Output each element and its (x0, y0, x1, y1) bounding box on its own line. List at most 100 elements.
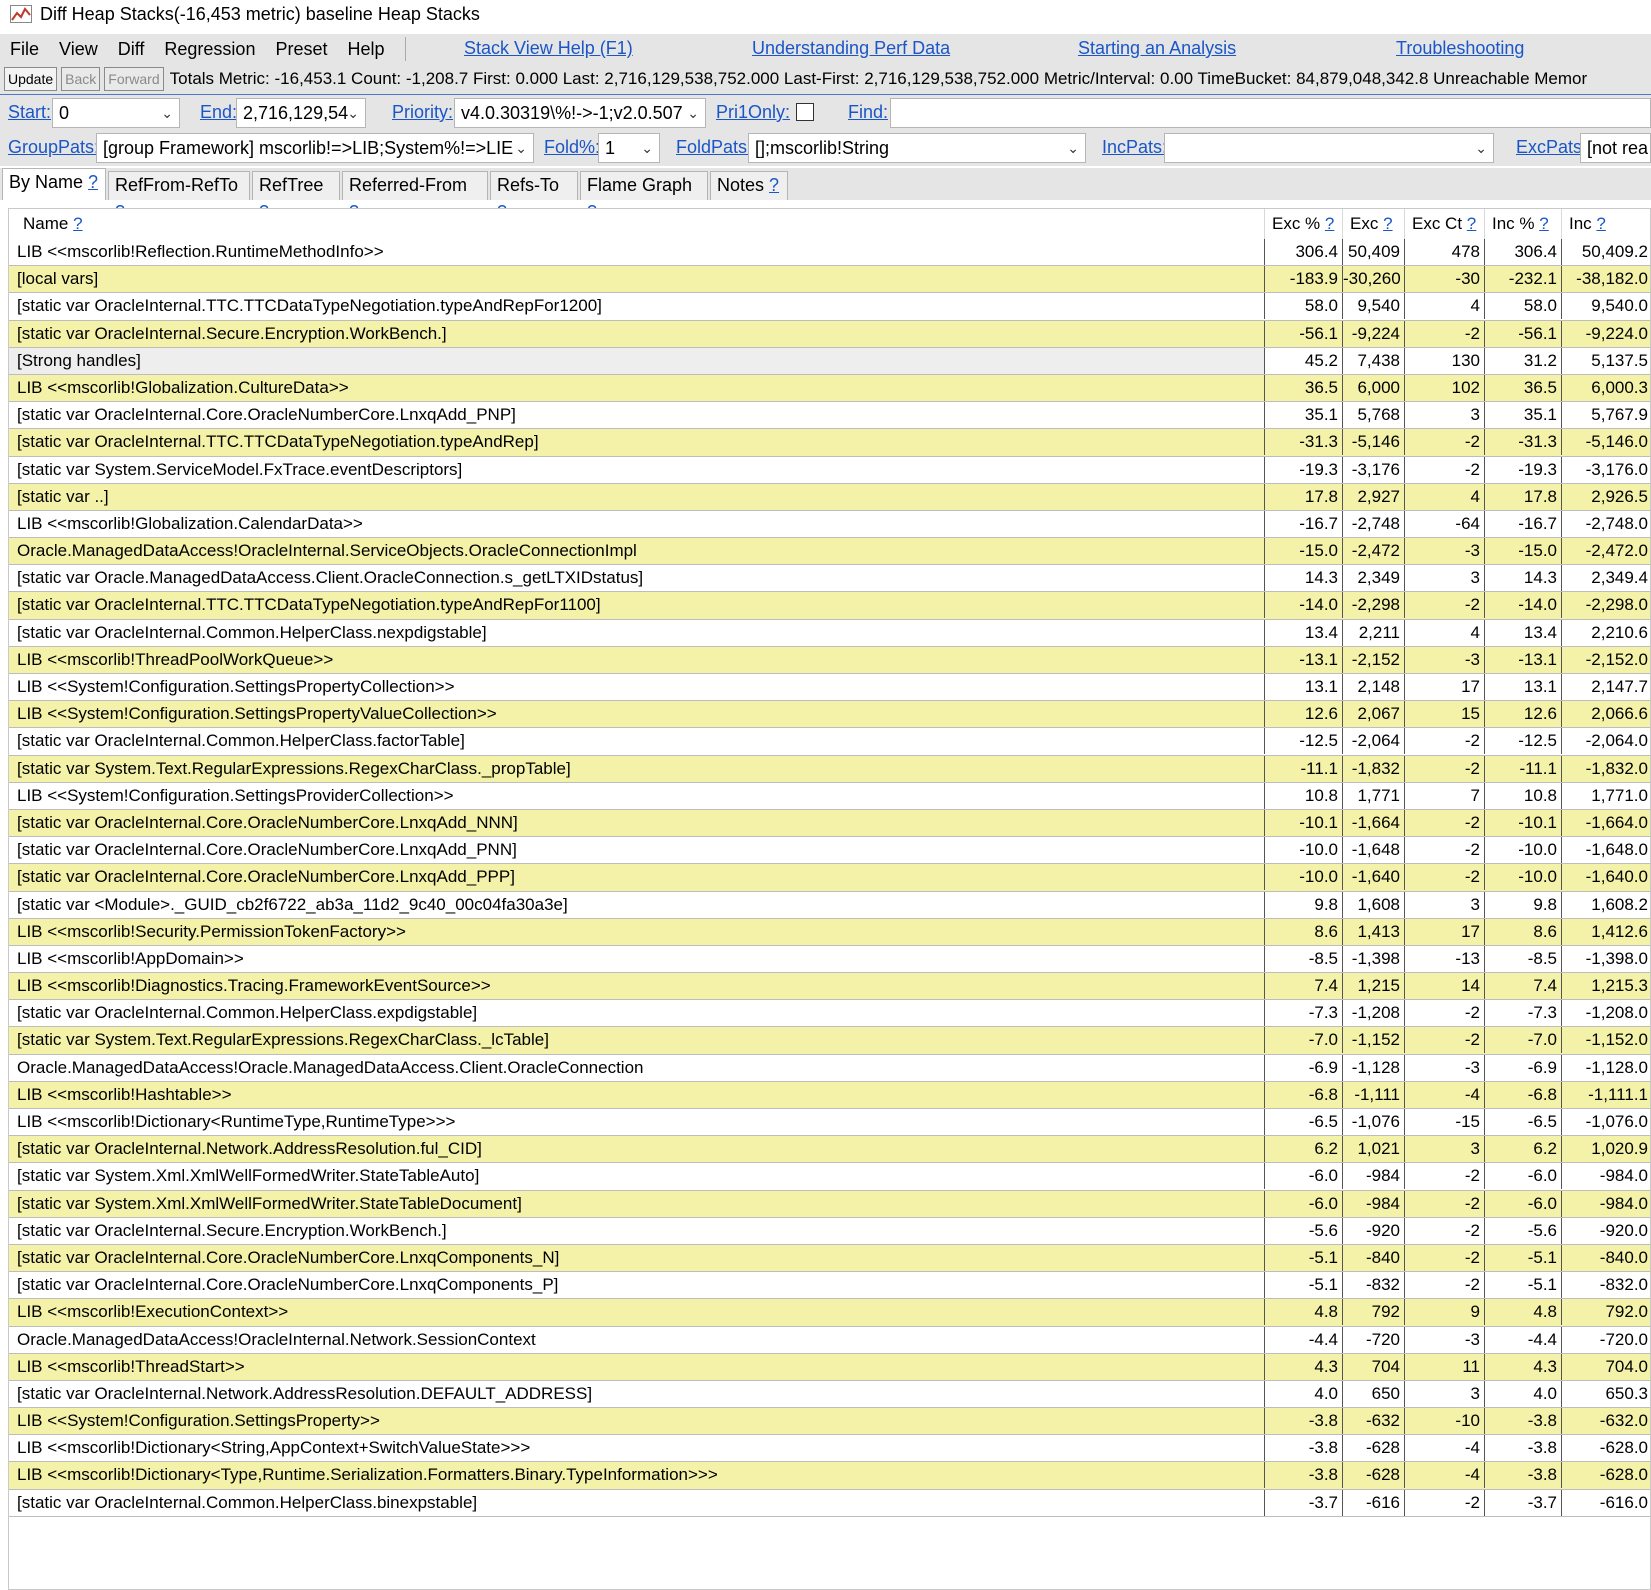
priority-combo[interactable]: v4.0.30319\%!->-1;v2.0.507 ⌄ (454, 98, 706, 128)
row-name[interactable]: [static var System.ServiceModel.FxTrace.… (9, 457, 1264, 483)
row-name[interactable]: [static var <Module>._GUID_cb2f6722_ab3a… (9, 892, 1264, 918)
excpats-label[interactable]: ExcPats: (1516, 137, 1587, 158)
chevron-down-icon[interactable]: ⌄ (641, 134, 653, 162)
row-name[interactable]: LIB <<mscorlib!Reflection.RuntimeMethodI… (9, 239, 1264, 265)
find-label[interactable]: Find: (848, 102, 888, 123)
excpats-combo[interactable]: [not rea (1580, 133, 1651, 163)
table-row[interactable]: LIB <<mscorlib!AppDomain>> -8.5 -1,398 -13-… (9, 945, 1650, 974)
fold-combo[interactable]: 1 ⌄ (598, 133, 660, 163)
forward-button[interactable]: Forward (104, 67, 164, 91)
row-name[interactable]: [static var OracleInternal.Network.Addre… (9, 1136, 1264, 1162)
row-name[interactable]: [static var OracleInternal.TTC.TTCDataTy… (9, 429, 1264, 455)
table-row[interactable]: LIB <<mscorlib!ThreadPoolWorkQueue>> -13.… (9, 646, 1650, 674)
row-name[interactable]: [static var System.Text.RegularExpressio… (9, 756, 1264, 782)
column-divider[interactable] (1264, 209, 1265, 239)
row-name[interactable]: Oracle.ManagedDataAccess!OracleInternal.… (9, 1327, 1264, 1353)
table-row[interactable]: [static var OracleInternal.Network.Addre… (9, 1380, 1650, 1409)
menu-help[interactable]: Help (337, 39, 394, 60)
row-name[interactable]: [static var OracleInternal.Common.Helper… (9, 1000, 1264, 1026)
chevron-down-icon[interactable]: ⌄ (1067, 134, 1079, 162)
row-name[interactable]: [static var Oracle.ManagedDataAccess.Cli… (9, 565, 1264, 591)
row-name[interactable]: LIB <<mscorlib!Security.PermissionTokenF… (9, 919, 1264, 945)
row-name[interactable]: [Strong handles] (9, 347, 1264, 374)
tab-help-link[interactable]: ? (769, 175, 779, 195)
table-row[interactable]: [static var System.ServiceModel.FxTrace.… (9, 456, 1650, 484)
row-name[interactable]: [static var System.Text.RegularExpressio… (9, 1027, 1264, 1053)
row-name[interactable]: LIB <<mscorlib!ThreadPoolWorkQueue>> (9, 647, 1264, 673)
row-name[interactable]: LIB <<mscorlib!Dictionary<String,AppCont… (9, 1435, 1264, 1461)
table-row[interactable]: LIB <<mscorlib!Reflection.RuntimeMethodI… (9, 239, 1650, 267)
row-name[interactable]: [static var System.Xml.XmlWellFormedWrit… (9, 1191, 1264, 1217)
column-divider[interactable] (1342, 209, 1343, 239)
table-row[interactable]: [Strong handles] 45.2 7,438 130 31.2 5,137.5 (9, 347, 1650, 375)
end-combo[interactable]: 2,716,129,54 ⌄ (236, 98, 366, 128)
table-row[interactable]: [static var ..] 17.8 2,927 4 17.8 2,926.5 (9, 483, 1650, 511)
column-divider[interactable] (1404, 209, 1405, 239)
row-name[interactable]: LIB <<mscorlib!Hashtable>> (9, 1082, 1264, 1108)
row-name[interactable]: LIB <<mscorlib!ExecutionContext>> (9, 1299, 1264, 1325)
chevron-down-icon[interactable]: ⌄ (515, 134, 527, 162)
row-name[interactable]: LIB <<mscorlib!ThreadStart>> (9, 1354, 1264, 1380)
row-name[interactable]: LIB <<mscorlib!Globalization.CultureData… (9, 375, 1264, 401)
table-row[interactable]: Oracle.ManagedDataAccess!Oracle.ManagedD… (9, 1054, 1650, 1082)
understanding-perf-data-link[interactable]: Understanding Perf Data (752, 38, 950, 59)
table-row[interactable]: LIB <<mscorlib!Dictionary<Type,Runtime.S… (9, 1462, 1650, 1490)
table-row[interactable]: [static var System.Text.RegularExpressio… (9, 755, 1650, 783)
column-help-link[interactable]: ? (1325, 214, 1334, 233)
table-row[interactable]: [local vars] -183.9 -30,260 -30 -232.1 -38,18… (9, 266, 1650, 294)
row-name[interactable]: LIB <<System!Configuration.SettingsPrope… (9, 674, 1264, 700)
tab-notes[interactable]: Notes ? (710, 171, 788, 200)
table-row[interactable]: [static var OracleInternal.Core.OracleNu… (9, 864, 1650, 892)
table-row[interactable]: [static var OracleInternal.Common.Helper… (9, 728, 1650, 756)
table-row[interactable]: LIB <<mscorlib!Globalization.CultureData… (9, 374, 1650, 403)
table-row[interactable]: [static var OracleInternal.TTC.TTCDataTy… (9, 293, 1650, 321)
row-name[interactable]: [static var System.Xml.XmlWellFormedWrit… (9, 1163, 1264, 1189)
table-row[interactable]: LIB <<mscorlib!ExecutionContext>> 4.8 792 9… (9, 1299, 1650, 1327)
row-name[interactable]: Oracle.ManagedDataAccess!OracleInternal.… (9, 538, 1264, 564)
table-row[interactable]: LIB <<mscorlib!Dictionary<RuntimeType,Ru… (9, 1109, 1650, 1137)
table-row[interactable]: LIB <<mscorlib!Security.PermissionTokenF… (9, 918, 1650, 946)
tab-refs-to[interactable]: Refs-To ? (490, 171, 578, 222)
table-row[interactable]: [static var OracleInternal.Common.Helper… (9, 1000, 1650, 1028)
start-combo[interactable]: 0 ⌄ (52, 98, 180, 128)
update-button[interactable]: Update (4, 67, 58, 91)
table-row[interactable]: [static var <Module>._GUID_cb2f6722_ab3a… (9, 891, 1650, 919)
table-row[interactable]: [static var OracleInternal.Core.OracleNu… (9, 1244, 1650, 1273)
row-name[interactable]: [static var OracleInternal.Secure.Encryp… (9, 321, 1264, 347)
table-row[interactable]: LIB <<mscorlib!Dictionary<String,AppCont… (9, 1435, 1650, 1463)
row-name[interactable]: [static var OracleInternal.Common.Helper… (9, 1490, 1264, 1516)
tab-by-name[interactable]: By Name ? (2, 168, 106, 200)
row-name[interactable]: [static var OracleInternal.TTC.TTCDataTy… (9, 592, 1264, 618)
table-row[interactable]: [static var OracleInternal.Core.OracleNu… (9, 1272, 1650, 1300)
row-name[interactable]: LIB <<mscorlib!Dictionary<Type,Runtime.S… (9, 1462, 1264, 1488)
table-row[interactable]: [static var System.Xml.XmlWellFormedWrit… (9, 1190, 1650, 1218)
table-row[interactable]: LIB <<System!Configuration.SettingsProvi… (9, 782, 1650, 810)
row-name[interactable]: LIB <<mscorlib!Globalization.CalendarDat… (9, 511, 1264, 537)
row-name[interactable]: [local vars] (9, 266, 1264, 292)
column-divider[interactable] (1484, 209, 1485, 239)
table-row[interactable]: LIB <<mscorlib!Hashtable>> -6.8 -1,111 -4 -6… (9, 1081, 1650, 1109)
menu-diff[interactable]: Diff (108, 39, 155, 60)
menu-view[interactable]: View (49, 39, 108, 60)
troubleshooting-link[interactable]: Troubleshooting (1396, 38, 1524, 59)
row-name[interactable]: LIB <<System!Configuration.SettingsPrope… (9, 701, 1264, 727)
row-name[interactable]: [static var OracleInternal.Core.OracleNu… (9, 810, 1264, 836)
table-row[interactable]: Oracle.ManagedDataAccess!OracleInternal.… (9, 538, 1650, 566)
pri1only-label[interactable]: Pri1Only: (716, 102, 790, 123)
column-header-exc[interactable]: Exc ? (1350, 209, 1393, 239)
priority-label[interactable]: Priority: (392, 102, 453, 123)
chevron-down-icon[interactable]: ⌄ (347, 99, 359, 127)
table-row[interactable]: LIB <<mscorlib!ThreadStart>> 4.3 704 11 4.3 7… (9, 1353, 1650, 1381)
row-name[interactable]: LIB <<mscorlib!AppDomain>> (9, 946, 1264, 972)
column-header-exc-pct[interactable]: Exc % ? (1272, 209, 1334, 239)
start-label[interactable]: Start: (8, 102, 51, 123)
back-button[interactable]: Back (61, 67, 101, 91)
column-help-link[interactable]: ? (1596, 214, 1605, 233)
row-name[interactable]: [static var OracleInternal.Common.Helper… (9, 728, 1264, 754)
table-row[interactable]: [static var System.Xml.XmlWellFormedWrit… (9, 1163, 1650, 1191)
column-help-link[interactable]: ? (73, 214, 82, 233)
row-name[interactable]: [static var OracleInternal.TTC.TTCDataTy… (9, 293, 1264, 319)
row-name[interactable]: [static var OracleInternal.Common.Helper… (9, 620, 1264, 646)
row-name[interactable]: [static var OracleInternal.Network.Addre… (9, 1381, 1264, 1407)
table-row[interactable]: [static var OracleInternal.Secure.Encryp… (9, 320, 1650, 348)
